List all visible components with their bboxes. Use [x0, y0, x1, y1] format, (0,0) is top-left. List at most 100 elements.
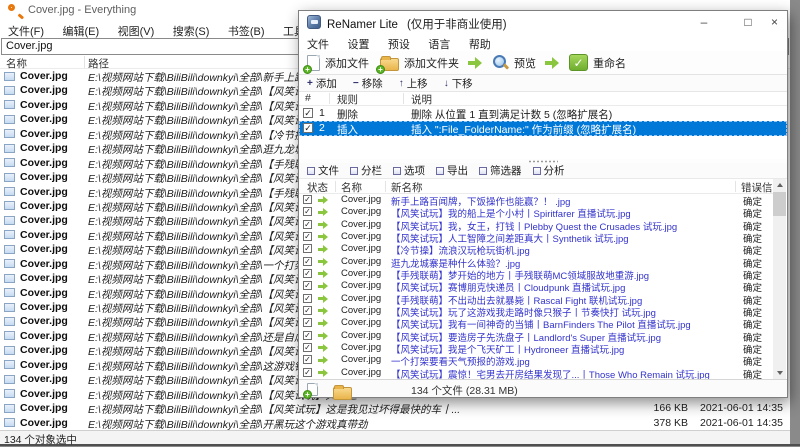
file-row[interactable]: Cover.jpg E:\视频网站下载\BiliBili\downkyi\全部\… — [0, 416, 790, 430]
file-name: Cover.jpg — [20, 301, 68, 313]
preview-button[interactable]: 预览 — [490, 53, 538, 72]
file-name: Cover.jpg — [20, 402, 68, 415]
files-toolbar-icon — [532, 166, 541, 175]
rule-add-button[interactable]: + 添加 — [307, 76, 337, 91]
renamer-toolbar: 添加文件 添加文件夹 预览 重命名 — [299, 51, 787, 75]
file-checkbox[interactable]: ✓ — [303, 207, 312, 217]
file-name: Cover.jpg — [20, 286, 68, 299]
file-preview-row[interactable]: ✓ Cover.jpg 【风笑试玩】我是个飞天矿工丨Hydroneer 直播试玩… — [299, 342, 773, 356]
renamer-titlebar[interactable]: ReNamer Lite (仅用于非商业使用) – □ × — [299, 11, 787, 34]
rename-button[interactable]: 重命名 — [567, 53, 628, 72]
image-file-icon — [4, 288, 15, 298]
column-separator[interactable] — [84, 56, 85, 68]
file-checkbox[interactable]: ✓ — [303, 293, 312, 303]
file-preview-row[interactable]: ✓ Cover.jpg 【手残联萌】不出动出去就暴毙丨Rascal Fight … — [299, 292, 773, 307]
green-plus-icon — [303, 64, 312, 74]
rule-checkbox[interactable]: ✓ — [303, 108, 313, 118]
file-old-name: Cover.jpg — [341, 230, 382, 242]
file-preview-row[interactable]: ✓ Cover.jpg 【风笑试玩】震惊！宅男去开房结果发现了...丨Those… — [299, 367, 773, 379]
rules-col-rule[interactable]: 规则 — [337, 92, 358, 107]
file-checkbox[interactable]: ✓ — [303, 219, 312, 229]
close-button[interactable]: × — [761, 11, 788, 34]
image-file-icon — [4, 316, 15, 326]
rule-row[interactable]: ✓ 2 插入 插入 ":File_FolderName:" 作为前缀 (忽略扩展… — [299, 121, 787, 136]
file-path-prefix: E:\视频网站下载\BiliBili\downkyi\全部\ — [88, 245, 263, 257]
file-checkbox[interactable]: ✓ — [303, 330, 312, 340]
rules-col-num[interactable]: # — [305, 92, 311, 104]
file-checkbox[interactable]: ✓ — [303, 256, 312, 266]
file-checkbox[interactable]: ✓ — [303, 195, 312, 204]
files-col-new-name[interactable]: 新名称 — [391, 180, 423, 195]
rules-col-desc[interactable]: 说明 — [411, 92, 432, 107]
magnifier-icon — [492, 54, 509, 71]
file-path-prefix: E:\视频网站下载\BiliBili\downkyi\全部\ — [88, 144, 263, 156]
file-preview-row[interactable]: ✓ Cover.jpg 【风笑试玩】要造房子先洗盘子丨Landlord's Su… — [299, 330, 773, 344]
files-toolbar-button[interactable]: 选项 — [393, 163, 425, 178]
file-checkbox[interactable]: ✓ — [303, 268, 312, 278]
files-toolbar-button[interactable]: 文件 — [307, 163, 339, 178]
image-file-icon — [4, 172, 15, 182]
files-toolbar-button[interactable]: 分栏 — [350, 163, 382, 178]
column-separator — [385, 181, 386, 192]
file-preview-row[interactable]: ✓ Cover.jpg 【风笑试玩】玩了这游戏我走路时像只猴子丨节奏快打 试玩.… — [299, 305, 773, 319]
minus-icon: − — [352, 77, 359, 89]
maximize-button[interactable]: □ — [731, 11, 765, 34]
rule-remove-button[interactable]: − 移除 — [353, 76, 383, 91]
green-arrow-icon — [318, 294, 330, 303]
file-row[interactable]: Cover.jpg E:\视频网站下载\BiliBili\downkyi\全部\… — [0, 401, 790, 416]
file-path-prefix: E:\视频网站下载\BiliBili\downkyi\全部\ — [88, 201, 263, 214]
file-old-name: Cover.jpg — [341, 206, 382, 218]
scroll-up-icon[interactable] — [773, 179, 786, 191]
files-scrollbar[interactable] — [773, 179, 786, 379]
file-preview-row[interactable]: ✓ Cover.jpg 【风笑试玩】我的船上是个小村丨Spiritfarer 直… — [299, 206, 773, 220]
file-old-name: Cover.jpg — [341, 292, 382, 304]
image-file-icon — [4, 71, 15, 81]
everything-statusbar: 134 个对象选中 — [0, 430, 790, 446]
rule-move-down-button[interactable]: ↓ 下移 — [444, 76, 473, 91]
add-folders-button[interactable]: 添加文件夹 — [376, 54, 461, 74]
file-checkbox[interactable]: ✓ — [303, 355, 312, 365]
file-preview-row[interactable]: ✓ Cover.jpg 【风笑试玩】我，女王，打钱丨Plebby Quest t… — [299, 219, 773, 233]
add-files-button[interactable]: 添加文件 — [303, 54, 371, 74]
file-checkbox[interactable]: ✓ — [303, 367, 312, 377]
scrollbar-thumb[interactable] — [773, 192, 786, 216]
rule-row[interactable]: ✓ 1 删除 删除 从位置 1 直到满足计数 5 (忽略扩展名) — [299, 106, 787, 121]
renamer-window: ReNamer Lite (仅用于非商业使用) – □ × 文件 设置 预设 语言… — [298, 10, 788, 400]
file-checkbox[interactable]: ✓ — [303, 305, 312, 315]
add-file-icon[interactable] — [303, 383, 318, 399]
column-separator — [329, 93, 330, 104]
file-checkbox[interactable]: ✓ — [303, 244, 312, 254]
file-name: Cover.jpg — [20, 272, 68, 285]
file-preview-row[interactable]: ✓ Cover.jpg 【风笑试玩】我有一间神奇的当铺丨BarnFinders … — [299, 317, 773, 331]
files-col-state[interactable]: 状态 — [307, 180, 328, 195]
image-file-icon — [4, 215, 15, 225]
file-checkbox[interactable]: ✓ — [303, 231, 312, 241]
files-toolbar-button[interactable]: 分析 — [532, 163, 565, 178]
files-list: ✓ Cover.jpg 新手上路百闻牌，下饭操作也能赢？！ .jpg 确定 ✓ … — [299, 194, 773, 379]
rule-checkbox[interactable]: ✓ — [303, 123, 313, 133]
rule-move-up-button[interactable]: ↑ 上移 — [399, 76, 428, 91]
file-checkbox[interactable]: ✓ — [303, 342, 312, 352]
file-new-name: 【风笑试玩】震惊！宅男去开房结果发现了...丨Those Who Remain … — [391, 369, 710, 379]
files-toolbar-icon — [307, 166, 315, 175]
arrow-down-icon: ↓ — [443, 77, 449, 89]
file-preview-row[interactable]: ✓ Cover.jpg 新手上路百闻牌，下饭操作也能赢？！ .jpg 确定 — [299, 194, 773, 208]
file-checkbox[interactable]: ✓ — [303, 281, 312, 291]
files-toolbar-button[interactable]: 导出 — [436, 163, 468, 178]
folder-icon[interactable] — [333, 385, 352, 400]
files-toolbar-button[interactable]: 筛选器 — [479, 163, 522, 178]
file-preview-row[interactable]: ✓ Cover.jpg 【风笑试玩】赛博朋克快递员丨Cloudpunk 直播试玩… — [299, 280, 773, 294]
rule-type: 删除 — [337, 109, 358, 121]
file-preview-row[interactable]: ✓ Cover.jpg 逛九龙城寨是种什么体验？.jpg 确定 — [299, 256, 773, 270]
file-preview-row[interactable]: ✓ Cover.jpg 【手残联萌】梦开始的地方丨手残联萌MC领域服故地重游.j… — [299, 268, 773, 282]
file-preview-row[interactable]: ✓ Cover.jpg 一个打架要看天气预报的游戏.jpg 确定 — [299, 354, 773, 368]
minimize-button[interactable]: – — [687, 11, 721, 34]
file-preview-row[interactable]: ✓ Cover.jpg 【风笑试玩】人工智障之间差距真大丨Synthetik 试… — [299, 230, 773, 245]
file-checkbox[interactable]: ✓ — [303, 318, 312, 328]
rename-label: 重命名 — [593, 57, 626, 70]
file-preview-row[interactable]: ✓ Cover.jpg 【冷节操】流浪汉玩枪玩街机.jpg 确定 — [299, 243, 773, 257]
file-old-name: Cover.jpg — [341, 317, 382, 329]
scroll-down-icon[interactable] — [773, 367, 786, 379]
files-col-name[interactable]: 名称 — [341, 180, 362, 195]
file-path-prefix: E:\视频网站下载\BiliBili\downkyi\全部\ — [88, 86, 263, 98]
